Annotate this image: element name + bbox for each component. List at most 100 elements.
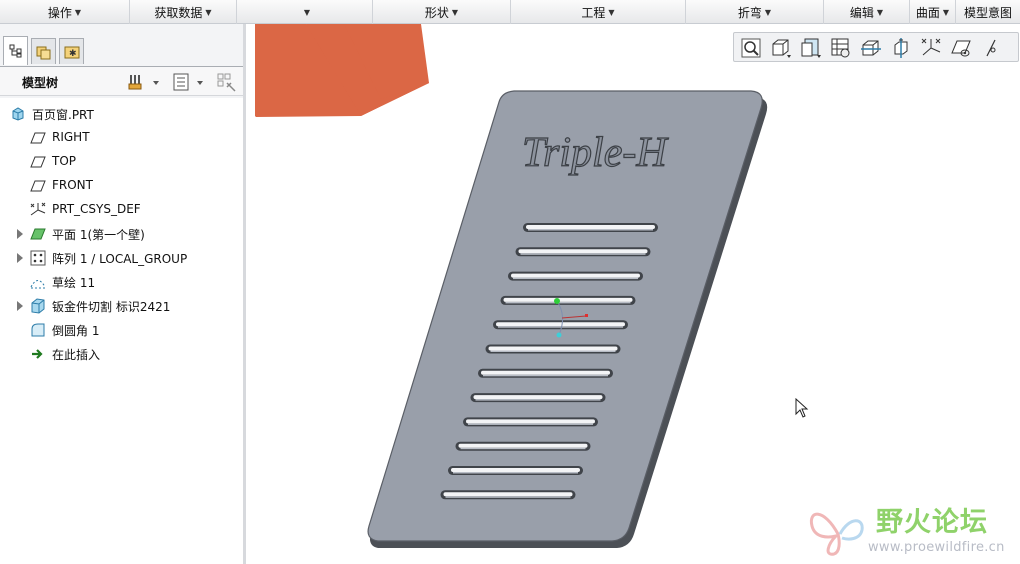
datum-axes-icon	[894, 38, 908, 58]
datum-planes-button[interactable]	[858, 36, 884, 60]
tree-item-label: 平面 1(第一个壁)	[52, 228, 145, 242]
expand-arrow-icon[interactable]	[17, 301, 23, 311]
svg-text:✱: ✱	[69, 49, 77, 59]
louver-slot	[478, 368, 613, 378]
saved-views-button[interactable]	[768, 36, 794, 60]
menu-edit[interactable]: 编辑 ▼	[824, 0, 910, 24]
filter-icon	[217, 73, 236, 92]
tree-item-front[interactable]: FRONT	[0, 175, 243, 197]
favorites-icon: ✱	[64, 46, 79, 59]
tree-item-label: 在此插入	[52, 348, 101, 362]
chevron-down-icon: ▼	[942, 7, 950, 17]
annotation-icon	[986, 39, 996, 57]
annotation-button[interactable]	[978, 36, 1004, 60]
tree-item-csys[interactable]: PRT_CSYS_DEF	[0, 199, 243, 221]
watermark-title: 野火论坛	[876, 507, 988, 538]
chevron-down-icon: ▼	[205, 7, 212, 17]
datum-plane-icon	[30, 178, 46, 194]
menu-hidden[interactable]: ▼	[237, 0, 373, 24]
menu-surfaces[interactable]: 曲面 ▼	[910, 0, 956, 24]
tree-item-label: 钣金件切割 标识2421	[52, 300, 171, 314]
display-style-button[interactable]	[828, 36, 854, 60]
tree-item-part[interactable]: 百页窗.PRT	[0, 103, 243, 125]
menu-surfaces-label: 曲面	[915, 5, 940, 20]
tree-item-label: FRONT	[52, 178, 93, 192]
menu-shapes-label: 形状	[424, 5, 449, 20]
louver-slot	[500, 295, 636, 305]
chevron-down-icon: ▼	[451, 7, 459, 17]
tab-layers[interactable]	[31, 38, 56, 64]
model-tree-title: 模型树	[22, 76, 59, 90]
tree-item-insert-here[interactable]: 在此插入	[0, 343, 243, 365]
tree-item-round[interactable]: 倒圆角 1	[0, 319, 243, 341]
expand-arrow-icon[interactable]	[17, 229, 23, 239]
louver-slot	[493, 320, 628, 330]
show-icon	[173, 73, 203, 91]
csys-display-button[interactable]	[948, 36, 974, 60]
tree-item-top[interactable]: TOP	[0, 151, 243, 173]
menu-model-intent-label: 模型意图	[963, 5, 1012, 20]
chevron-down-icon: ▼	[764, 7, 772, 17]
menu-get-data[interactable]: 获取数据 ▼	[130, 0, 237, 24]
named-view-icon	[801, 38, 821, 58]
settings-icon	[128, 75, 159, 90]
menu-edit-label: 编辑	[849, 5, 874, 20]
chevron-down-icon: ▼	[608, 7, 615, 17]
display-style-icon	[831, 38, 850, 58]
insert-arrow-icon	[30, 346, 46, 362]
datum-points-button[interactable]	[918, 36, 944, 60]
menu-bend-label: 折弯	[737, 5, 762, 20]
csys-display-icon	[951, 40, 971, 57]
louver-slot	[508, 271, 643, 281]
round-icon	[30, 322, 46, 338]
tree-item-label: 草绘 11	[52, 276, 96, 290]
part-icon	[10, 106, 26, 122]
saved-views-icon	[772, 39, 791, 58]
tree-show-button[interactable]	[172, 72, 208, 92]
louver-slot	[448, 466, 583, 475]
tree-item-flat-wall[interactable]: 平面 1(第一个壁)	[0, 223, 243, 245]
expand-arrow-icon[interactable]	[17, 253, 23, 263]
model-tree: 百页窗.PRT RIGHT TOP FRONT PRT_CSYS_DEF 平面 …	[0, 98, 243, 564]
tab-model-tree[interactable]	[3, 36, 28, 65]
tree-item-label: 倒圆角 1	[52, 324, 100, 338]
datum-axes-button[interactable]	[888, 36, 914, 60]
named-view-button[interactable]	[798, 36, 824, 60]
menu-shapes[interactable]: 形状 ▼	[373, 0, 511, 24]
chevron-down-icon: ▼	[303, 7, 310, 17]
menu-engineering[interactable]: 工程 ▼	[511, 0, 686, 24]
tree-item-right[interactable]: RIGHT	[0, 127, 243, 149]
navigator-panel: ✱ 模型树 百页窗.PRT RIGHT TOP FRONT PRT_CSYS_D…	[0, 24, 246, 564]
menu-model-intent[interactable]: 模型意图	[956, 0, 1020, 24]
menu-bend[interactable]: 折弯 ▼	[686, 0, 824, 24]
tree-item-label: PRT_CSYS_DEF	[52, 202, 141, 216]
tree-item-sketch[interactable]: 草绘 11	[0, 271, 243, 293]
tree-settings-button[interactable]	[128, 72, 160, 92]
forum-watermark: 野火论坛 www.proewildfire.cn	[806, 498, 1016, 564]
refit-icon	[741, 38, 761, 58]
tree-item-sheetmetal-cut[interactable]: 钣金件切割 标识2421	[0, 295, 243, 317]
graphics-window[interactable]: Triple-H 野火论坛 www.proewildfire.cn	[246, 24, 1020, 564]
engraved-text: Triple-H	[522, 130, 669, 176]
tree-filter-button[interactable]	[216, 72, 238, 92]
datum-plane-icon	[30, 154, 46, 170]
pattern-icon	[30, 250, 46, 266]
chevron-down-icon: ▼	[876, 7, 884, 17]
tree-item-label: 阵列 1 / LOCAL_GROUP	[52, 252, 188, 266]
tree-item-pattern[interactable]: 阵列 1 / LOCAL_GROUP	[0, 247, 243, 269]
chevron-down-icon: ▼	[74, 7, 82, 17]
tab-favorites[interactable]: ✱	[59, 38, 84, 64]
menu-get-data-label: 获取数据	[154, 5, 203, 20]
refit-button[interactable]	[738, 36, 764, 60]
model-tree-icon	[9, 44, 21, 58]
datum-planes-icon	[861, 40, 881, 56]
louver-slot	[523, 223, 658, 232]
tree-item-label: 百页窗.PRT	[32, 108, 94, 122]
datum-plane-icon	[30, 130, 46, 146]
csys-icon	[30, 202, 46, 218]
navigator-tabs: ✱	[0, 36, 243, 66]
model-scene: Triple-H	[255, 24, 768, 548]
menu-operations[interactable]: 操作 ▼	[0, 0, 130, 24]
flat-wall-icon	[30, 226, 46, 242]
tree-item-label: RIGHT	[52, 130, 90, 144]
